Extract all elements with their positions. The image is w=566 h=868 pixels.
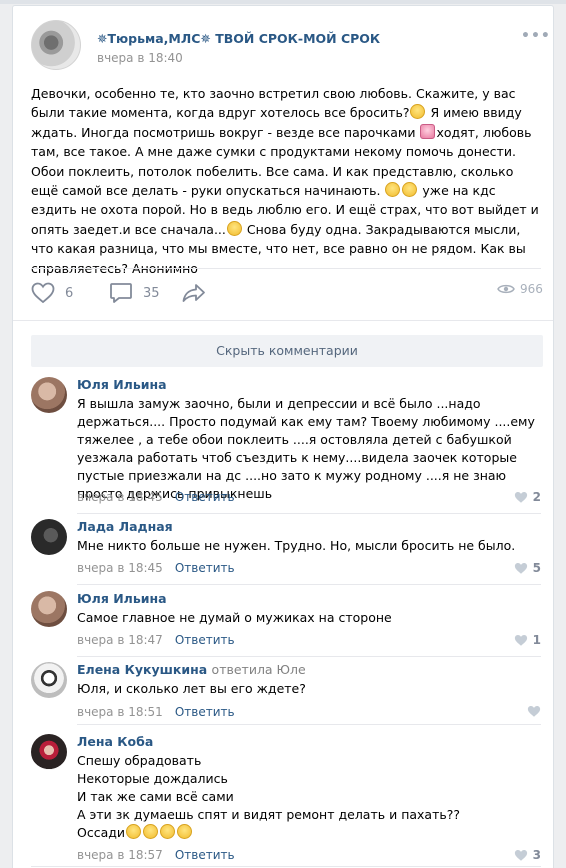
- like-count: 6: [65, 285, 74, 301]
- comment-meta: вчера в 18:47 Ответить: [77, 633, 235, 647]
- laughing-emoji-icon: [177, 824, 193, 839]
- views-indicator: 966: [497, 282, 543, 296]
- like-button[interactable]: 6: [31, 282, 73, 304]
- comment-divider: [77, 584, 541, 585]
- comment-item: Елена Кукушкина ответила Юле Юля, и скол…: [31, 662, 541, 722]
- comment-line: Некоторые дождались: [77, 771, 228, 786]
- comment-text: Спешу обрадовать Некоторые дождались И т…: [77, 752, 539, 842]
- comment-item: Юля Ильина Самое главное не думай о мужи…: [31, 591, 541, 651]
- heart-icon: [514, 849, 527, 861]
- comment-count: 35: [143, 285, 160, 301]
- comment-like-button[interactable]: 2: [514, 490, 541, 504]
- avatar[interactable]: [31, 377, 67, 413]
- post-divider: [31, 268, 541, 269]
- reply-button[interactable]: Ответить: [175, 705, 235, 719]
- hide-comments-button[interactable]: Скрыть комментарии: [31, 335, 543, 367]
- comment-like-count: 3: [532, 848, 541, 862]
- comment-meta: вчера в 18:45 Ответить: [77, 561, 235, 575]
- comment-like-button[interactable]: 5: [514, 561, 541, 575]
- sad-face-emoji-icon: [410, 104, 426, 120]
- top-strip: [0, 0, 566, 4]
- reply-button[interactable]: Ответить: [175, 490, 235, 504]
- heart-icon: [514, 634, 527, 646]
- crying-emoji-icon: [402, 182, 418, 198]
- comment-time[interactable]: вчера в 18:45: [77, 490, 163, 504]
- comment-like-button[interactable]: [527, 705, 541, 718]
- actions-divider: [13, 320, 553, 321]
- comment-author-link[interactable]: Лада Ладная: [77, 519, 173, 534]
- comment-divider: [77, 724, 541, 725]
- avatar[interactable]: [31, 591, 67, 627]
- comment-time[interactable]: вчера в 18:51: [77, 705, 163, 719]
- comment-like-button[interactable]: 3: [514, 848, 541, 862]
- comment-author-link[interactable]: Лена Коба: [77, 734, 153, 749]
- comment-text: Самое главное не думай о мужиках на стор…: [77, 610, 392, 625]
- comment-line: Спешу обрадовать: [77, 753, 202, 768]
- comment-meta: вчера в 18:57 Ответить: [77, 848, 235, 862]
- heart-icon: [527, 705, 541, 717]
- group-name-link[interactable]: ✵Тюрьма,МЛС✵ ТВОЙ СРОК-МОЙ СРОК: [97, 31, 380, 46]
- post-card: ✵Тюрьма,МЛС✵ ТВОЙ СРОК-МОЙ СРОК вчера в …: [12, 5, 554, 868]
- post-text: Девочки, особенно те, кто заочно встрети…: [31, 86, 539, 276]
- comment-item: Юля Ильина Я вышла замуж заочно, были и …: [31, 377, 541, 507]
- laughing-emoji-icon: [126, 824, 142, 839]
- comment-like-count: 1: [532, 633, 541, 647]
- comment-like-count: 5: [532, 561, 541, 575]
- avatar[interactable]: [31, 519, 67, 555]
- comment-author-link[interactable]: Елена Кукушкина ответила Юле: [77, 662, 306, 677]
- comment-meta: вчера в 18:51 Ответить: [77, 705, 235, 719]
- comment-text: Я вышла замуж заочно, были и депрессии и…: [77, 396, 535, 501]
- heart-icon: [514, 491, 527, 503]
- comment-item: Лада Ладная Мне никто больше не нужен. Т…: [31, 519, 541, 583]
- comment-meta: вчера в 18:45 Ответить: [77, 490, 235, 504]
- comment-divider: [77, 513, 541, 514]
- grin-emoji-icon: [385, 182, 401, 198]
- group-avatar[interactable]: [31, 20, 81, 70]
- avatar[interactable]: [31, 734, 67, 770]
- heart-icon: [514, 562, 527, 574]
- laughing-emoji-icon: [160, 824, 176, 839]
- reply-to-label[interactable]: ответила Юле: [212, 662, 306, 677]
- comment-divider: [77, 656, 541, 657]
- comment-text: Мне никто больше не нужен. Трудно. Но, м…: [77, 538, 516, 553]
- comment-divider: [31, 866, 541, 867]
- post-actions: 6 35 966: [31, 282, 543, 312]
- heart-icon: [31, 282, 55, 304]
- post-time[interactable]: вчера в 18:40: [97, 51, 183, 65]
- views-count: 966: [520, 282, 543, 296]
- reply-button[interactable]: Ответить: [175, 561, 235, 575]
- comment-line: А эти зк думаешь спят и видят ремонт дел…: [77, 807, 460, 822]
- comment-text: Юля, и сколько лет вы его ждете?: [77, 681, 306, 696]
- share-icon: [182, 284, 205, 302]
- comment-author-link[interactable]: Юля Ильина: [77, 377, 167, 392]
- share-button[interactable]: [181, 282, 207, 304]
- comment-line: Оссади: [77, 824, 539, 842]
- reply-button[interactable]: Ответить: [175, 633, 235, 647]
- comment-button[interactable]: 35: [109, 282, 160, 304]
- comment-like-count: 2: [532, 490, 541, 504]
- more-options-icon[interactable]: •••: [521, 28, 551, 44]
- comment-author-link[interactable]: Юля Ильина: [77, 591, 167, 606]
- couple-emoji-icon: [420, 123, 436, 139]
- comment-like-button[interactable]: 1: [514, 633, 541, 647]
- comment-time[interactable]: вчера в 18:47: [77, 633, 163, 647]
- comment-time[interactable]: вчера в 18:45: [77, 561, 163, 575]
- avatar[interactable]: [31, 662, 67, 698]
- comment-time[interactable]: вчера в 18:57: [77, 848, 163, 862]
- comment-line: И так же сами всё сами: [77, 789, 234, 804]
- eye-icon: [497, 284, 515, 294]
- sleepy-emoji-icon: [226, 220, 242, 236]
- reply-button[interactable]: Ответить: [175, 848, 235, 862]
- comment-item: Лена Коба Спешу обрадовать Некоторые дож…: [31, 734, 541, 864]
- comment-icon: [110, 283, 132, 303]
- laughing-emoji-icon: [143, 824, 159, 839]
